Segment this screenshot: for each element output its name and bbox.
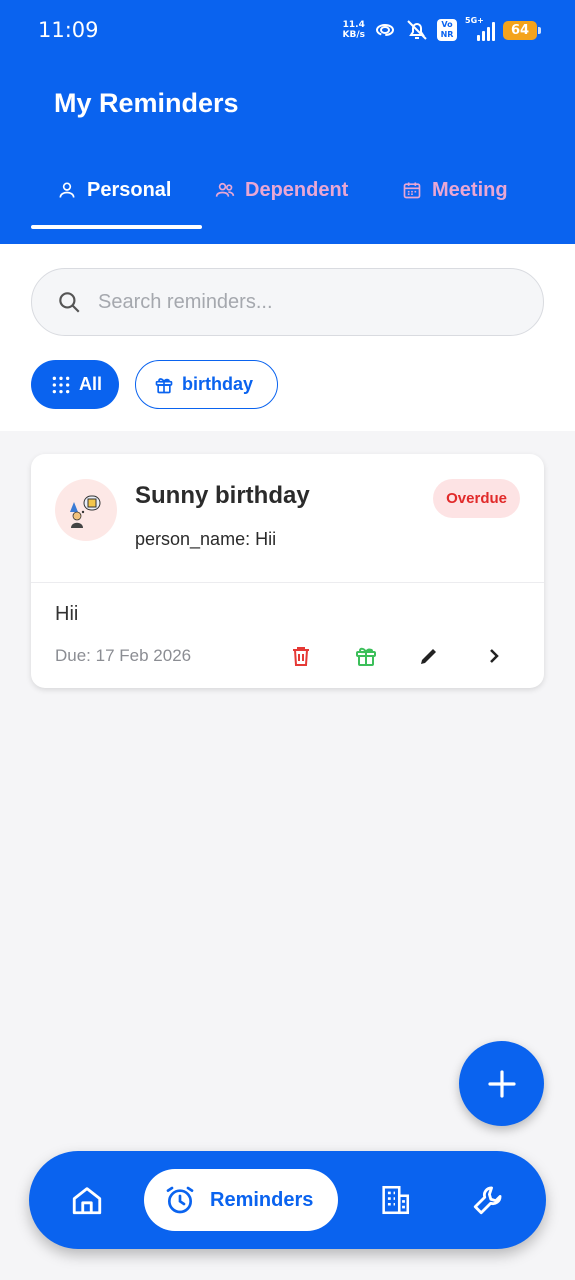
add-reminder-button[interactable] <box>459 1041 544 1126</box>
birthday-person-icon <box>70 495 101 528</box>
reminder-title: Sunny birthday <box>135 482 310 509</box>
mute-bell-icon <box>407 20 427 40</box>
tab-dependent[interactable]: Dependent <box>215 170 348 210</box>
network-speed-unit: KB/s <box>342 30 365 40</box>
nav-reminders-label: Reminders <box>210 1188 314 1211</box>
nav-reminders[interactable]: Reminders <box>144 1169 338 1231</box>
tab-personal-label: Personal <box>87 178 172 201</box>
filter-chip-birthday-label: birthday <box>182 374 254 394</box>
reminder-subtitle: person_name: Hii <box>135 529 277 549</box>
volte-icon: Vo NR <box>437 19 457 41</box>
filter-chip-all-label: All <box>79 374 103 394</box>
edit-button[interactable] <box>415 642 443 670</box>
tab-dependent-label: Dependent <box>245 178 349 201</box>
page-title: My Reminders <box>54 88 239 118</box>
bottom-navigation: Reminders <box>29 1151 546 1249</box>
battery-icon: 64 <box>503 20 541 40</box>
birthday-action-button[interactable] <box>352 642 380 670</box>
status-badge: Overdue <box>433 479 520 518</box>
volte-top: Vo <box>441 20 453 29</box>
search-bar[interactable] <box>31 268 544 336</box>
card-divider <box>31 582 544 583</box>
home-icon <box>72 1187 102 1215</box>
filter-area: All birthday <box>0 244 575 431</box>
filter-chip-all[interactable]: All <box>31 360 119 409</box>
building-icon <box>382 1185 410 1215</box>
hotspot-icon <box>376 24 394 36</box>
status-icons: 11.4 KB/s Vo NR 5G+ 64 <box>343 16 541 44</box>
network-speed: 11.4 KB/s <box>343 20 365 40</box>
gift-icon <box>356 647 376 666</box>
search-icon <box>59 292 80 313</box>
grid-icon <box>52 376 70 393</box>
reminder-avatar <box>55 479 117 541</box>
person-icon <box>59 182 75 198</box>
reminder-card[interactable]: Sunny birthday person_name: Hii Overdue … <box>31 454 544 688</box>
alarm-clock-icon <box>166 1186 194 1214</box>
trash-icon <box>293 647 309 666</box>
chevron-right-icon <box>490 649 499 663</box>
network-type: 5G+ <box>465 16 484 25</box>
tab-meeting[interactable]: Meeting <box>402 170 508 210</box>
status-bar: 11:09 11.4 KB/s Vo NR 5G+ 64 <box>0 0 575 60</box>
plus-icon <box>487 1069 516 1098</box>
tab-personal[interactable]: Personal <box>57 170 171 210</box>
reminder-due-date: Due: 17 Feb 2026 <box>55 646 192 665</box>
people-icon <box>215 182 235 197</box>
calendar-icon <box>403 182 421 199</box>
tab-meeting-label: Meeting <box>432 178 508 201</box>
filter-chip-birthday[interactable]: birthday <box>135 360 278 409</box>
volte-bottom: NR <box>440 30 454 39</box>
tab-bar: Personal Dependent Meeting <box>0 170 575 230</box>
network-speed-value: 11.4 <box>342 20 365 30</box>
nav-tools[interactable] <box>468 1180 508 1220</box>
status-time: 11:09 <box>38 18 99 42</box>
active-tab-indicator <box>31 225 202 229</box>
gift-icon <box>155 377 173 393</box>
reminder-note: Hii <box>55 603 79 625</box>
nav-buildings[interactable] <box>375 1180 415 1220</box>
app-header: 11:09 11.4 KB/s Vo NR 5G+ 64 My Reminder… <box>0 0 575 244</box>
delete-button[interactable] <box>287 642 315 670</box>
open-details-button[interactable] <box>480 642 508 670</box>
nav-home[interactable] <box>67 1180 107 1220</box>
signal-icon: 5G+ <box>465 16 495 41</box>
edit-icon <box>421 649 436 664</box>
wrench-icon <box>473 1186 502 1215</box>
search-input[interactable] <box>98 290 498 314</box>
